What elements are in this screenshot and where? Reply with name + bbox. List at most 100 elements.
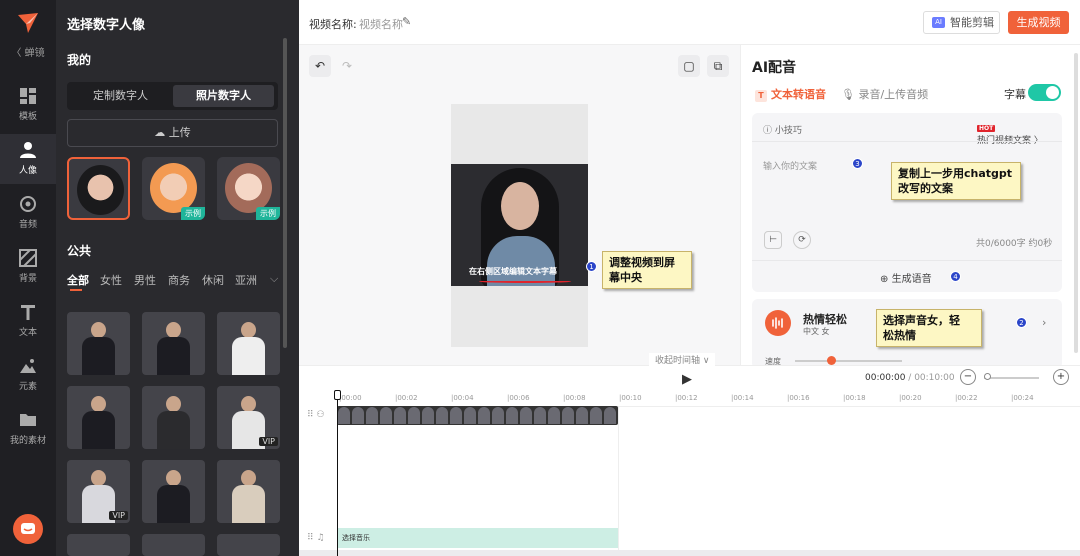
public-avatar[interactable] — [67, 534, 130, 556]
step-badge-4: 4 — [950, 271, 961, 282]
back-link[interactable]: 〈 蝉镜 — [0, 44, 56, 59]
video-name-input[interactable]: 视频名称 — [359, 16, 403, 32]
zoom-out-button[interactable]: − — [960, 369, 976, 385]
caption-toggle[interactable] — [1028, 84, 1061, 101]
chevron-right-icon[interactable]: › — [1042, 316, 1046, 329]
subtitle-text[interactable]: 在右侧区域编辑文本字幕 — [469, 266, 557, 277]
left-rail: 〈 蝉镜 模板 人像 音频 背景 文本 元素 我的素材 — [0, 0, 56, 556]
playhead[interactable] — [334, 390, 341, 556]
rail-item-my-assets[interactable]: 我的素材 — [0, 404, 56, 454]
generate-video-button[interactable]: 生成视频 — [1008, 11, 1069, 34]
clip-thumbnail — [380, 407, 392, 424]
speed-slider[interactable] — [795, 360, 902, 362]
zoom-slider-handle[interactable] — [984, 373, 991, 380]
public-avatar[interactable] — [142, 386, 205, 449]
avatar-head — [241, 470, 256, 486]
tab-text-to-speech[interactable]: T 文本转语音 — [755, 86, 826, 102]
filter-business[interactable]: 商务 — [168, 272, 190, 288]
tab-photo-avatar[interactable]: 照片数字人 — [173, 85, 274, 107]
chevron-down-icon[interactable]: ⌵ — [270, 272, 278, 286]
undo-button[interactable]: ↶ — [309, 55, 331, 77]
playhead-handle[interactable] — [334, 390, 341, 400]
filter-casual[interactable]: 休闲 — [202, 272, 224, 288]
plus-circle-icon: ⊕ — [880, 274, 889, 285]
collapse-timeline-button[interactable]: 收起时间轴 ∨ — [649, 353, 716, 366]
filter-all[interactable]: 全部 — [67, 272, 89, 288]
fit-screen-button[interactable]: ▢ — [678, 55, 700, 77]
audio-icon — [20, 196, 36, 212]
redo-button[interactable]: ↷ — [336, 55, 358, 77]
tab-record-upload[interactable]: 🎙 录音/上传音频 — [841, 86, 928, 102]
drag-handle-icon[interactable]: ⠿ ⚇ — [307, 410, 325, 420]
rail-item-element[interactable]: 元素 — [0, 350, 56, 400]
zoom-slider[interactable] — [984, 377, 1039, 379]
ai-edit-button[interactable]: AI 智能剪辑 — [923, 11, 1000, 34]
public-avatar[interactable] — [142, 534, 205, 556]
tab-custom-avatar[interactable]: 定制数字人 — [70, 85, 171, 107]
public-avatar[interactable]: VIP — [67, 460, 130, 523]
timeline-scrollbar[interactable] — [299, 550, 1080, 556]
script-editor: ⓘ 小技巧 HOT热门视频文案 〉 输入你的文案 3 复制上一步用chatgpt… — [752, 113, 1062, 292]
tip-label[interactable]: ⓘ 小技巧 — [763, 123, 802, 136]
plus-icon: + — [1056, 371, 1066, 382]
public-avatar[interactable] — [67, 386, 130, 449]
annotation-underline — [479, 280, 571, 283]
avatar-body — [157, 337, 190, 375]
avatar-video-frame[interactable]: 在右侧区域编辑文本字幕 — [451, 164, 588, 286]
avatar-head — [91, 470, 106, 486]
avatar-head — [91, 396, 106, 412]
avatar-panel: 选择数字人像 我的 定制数字人 照片数字人 ☁ 上传 示例 示例 公共 全部 女… — [56, 0, 299, 556]
ruler-tick: |00:22 — [955, 394, 978, 402]
public-avatar[interactable] — [142, 460, 205, 523]
hot-script-link[interactable]: HOT热门视频文案 〉 — [977, 123, 1062, 146]
video-clip[interactable] — [337, 406, 618, 425]
video-canvas[interactable]: 在右侧区域编辑文本字幕 — [451, 104, 588, 347]
play-button[interactable]: ▶ — [682, 372, 692, 387]
section-mine-title: 我的 — [67, 53, 92, 67]
speed-slider-handle[interactable] — [827, 356, 836, 365]
my-avatar-2[interactable]: 示例 — [142, 157, 205, 220]
script-input[interactable]: 输入你的文案 — [763, 159, 817, 172]
music-note-icon: ⠿ ♫ — [307, 533, 325, 543]
upload-button[interactable]: ☁ 上传 — [67, 119, 278, 147]
avatar-head — [241, 396, 256, 412]
public-avatar[interactable]: VIP — [217, 386, 280, 449]
preview-area: ↶ ↷ ▢ ⧉ 在右侧区域编辑文本字幕 1 调整视频到屏 幕中央 — [299, 45, 740, 365]
avatar-head — [91, 322, 106, 338]
public-avatar[interactable] — [217, 534, 280, 556]
generate-voice-button[interactable]: ⊕ 生成语音 — [880, 270, 932, 285]
my-avatar-3[interactable]: 示例 — [217, 157, 280, 220]
public-avatar[interactable] — [217, 312, 280, 375]
my-avatar-1[interactable] — [67, 157, 130, 220]
divider — [752, 141, 1062, 142]
edit-pencil-icon[interactable]: ✎ — [402, 15, 411, 28]
ruler-tick: |00:08 — [563, 394, 586, 402]
rail-label: 音频 — [18, 220, 37, 230]
ruler-tick: |00:00 — [339, 394, 362, 402]
avatar-shirt — [487, 236, 555, 286]
panel-scrollbar[interactable] — [283, 38, 287, 348]
filter-asia[interactable]: 亚洲 — [235, 272, 257, 288]
undo-icon: ↶ — [314, 59, 326, 73]
public-avatar[interactable] — [67, 312, 130, 375]
clip-thumbnail — [436, 407, 448, 424]
insert-pause-button[interactable]: ⊢ — [764, 231, 782, 249]
filter-male[interactable]: 男性 — [134, 272, 156, 288]
polyphone-button[interactable]: ⟳ — [793, 231, 811, 249]
layout-button[interactable]: ⧉ — [707, 55, 729, 77]
rail-item-template[interactable]: 模板 — [0, 80, 56, 130]
rail-item-audio[interactable]: 音频 — [0, 188, 56, 238]
zoom-in-button[interactable]: + — [1053, 369, 1069, 385]
music-track[interactable]: 选择音乐 — [337, 528, 618, 548]
play-icon: ▶ — [682, 372, 692, 387]
rail-item-background[interactable]: 背景 — [0, 242, 56, 292]
rail-item-person[interactable]: 人像 — [0, 134, 56, 184]
filter-female[interactable]: 女性 — [100, 272, 122, 288]
time-ruler[interactable]: |00:00 |00:02 |00:04 |00:06 |00:08 |00:10 |00:… — [337, 391, 1080, 407]
ai-panel-scrollbar[interactable] — [1074, 53, 1078, 353]
help-button[interactable] — [13, 514, 43, 544]
step-badge-2: 2 — [1016, 317, 1027, 328]
rail-item-text[interactable]: 文本 — [0, 296, 56, 346]
public-avatar[interactable] — [217, 460, 280, 523]
public-avatar[interactable] — [142, 312, 205, 375]
